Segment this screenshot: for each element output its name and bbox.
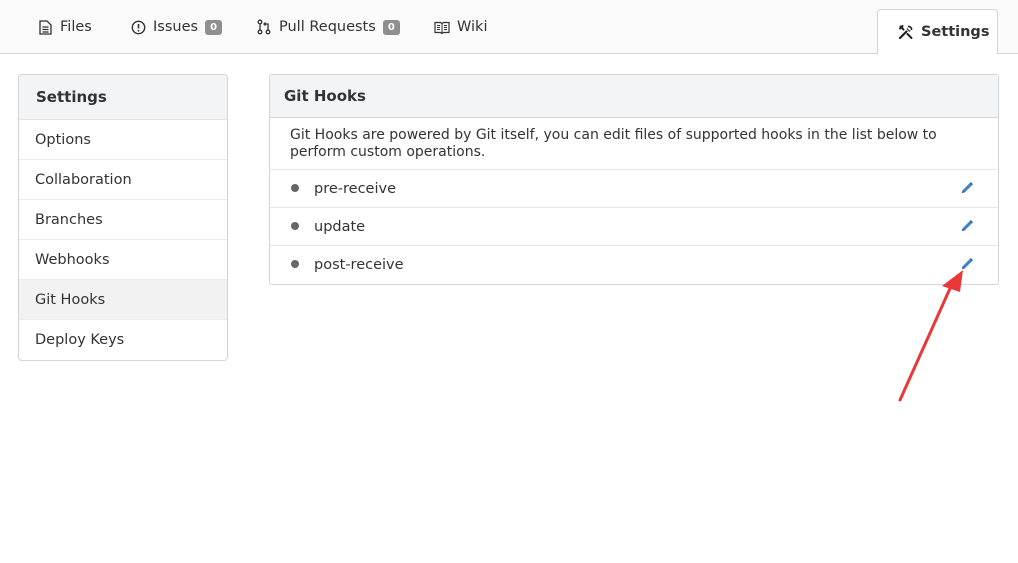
- panel-title: Git Hooks: [270, 75, 998, 118]
- sidebar-item-deploy-keys[interactable]: Deploy Keys: [19, 320, 227, 360]
- sidebar-item-collaboration[interactable]: Collaboration: [19, 160, 227, 200]
- tab-settings[interactable]: Settings: [877, 9, 998, 55]
- tab-settings-label: Settings: [921, 24, 990, 40]
- book-icon: [434, 19, 450, 35]
- annotation-arrow: [898, 270, 963, 402]
- sidebar-item-options[interactable]: Options: [19, 120, 227, 160]
- hook-row-pre-receive: pre-receive: [270, 170, 998, 208]
- tab-pull-requests-label: Pull Requests: [279, 19, 376, 35]
- hook-row-update: update: [270, 208, 998, 246]
- pencil-icon[interactable]: [960, 181, 974, 195]
- tab-wiki[interactable]: Wiki: [434, 0, 487, 54]
- issue-opened-icon: [130, 19, 146, 35]
- tools-icon: [898, 24, 914, 40]
- tab-pull-requests[interactable]: Pull Requests 0: [256, 0, 400, 54]
- pull-requests-count-badge: 0: [382, 19, 400, 35]
- sidebar-item-branches[interactable]: Branches: [19, 200, 227, 240]
- sidebar-title: Settings: [19, 75, 227, 120]
- hook-name: pre-receive: [314, 181, 396, 197]
- tab-issues-label: Issues: [153, 19, 199, 35]
- git-hooks-panel: Git Hooks Git Hooks are powered by Git i…: [269, 74, 999, 285]
- tab-issues[interactable]: Issues 0: [130, 0, 223, 54]
- hook-name: update: [314, 219, 366, 235]
- file-text-icon: [37, 19, 53, 35]
- tab-files-label: Files: [60, 19, 92, 35]
- tab-files[interactable]: Files: [37, 0, 92, 54]
- panel-description: Git Hooks are powered by Git itself, you…: [270, 118, 998, 170]
- bullet-icon: [291, 184, 299, 192]
- bullet-icon: [291, 222, 299, 230]
- repo-tab-bar: Files Issues 0 Pull Requests 0 Wiki Sett…: [0, 0, 1018, 55]
- issues-count-badge: 0: [205, 19, 223, 35]
- sidebar-item-git-hooks[interactable]: Git Hooks: [19, 280, 227, 320]
- hook-name: post-receive: [314, 257, 404, 273]
- tab-wiki-label: Wiki: [457, 19, 488, 35]
- git-pull-request-icon: [256, 19, 272, 35]
- hook-row-post-receive: post-receive: [270, 246, 998, 284]
- sidebar-item-webhooks[interactable]: Webhooks: [19, 240, 227, 280]
- bullet-icon: [291, 260, 299, 268]
- pencil-icon[interactable]: [960, 219, 974, 233]
- settings-sidebar: Settings Options Collaboration Branches …: [18, 74, 228, 361]
